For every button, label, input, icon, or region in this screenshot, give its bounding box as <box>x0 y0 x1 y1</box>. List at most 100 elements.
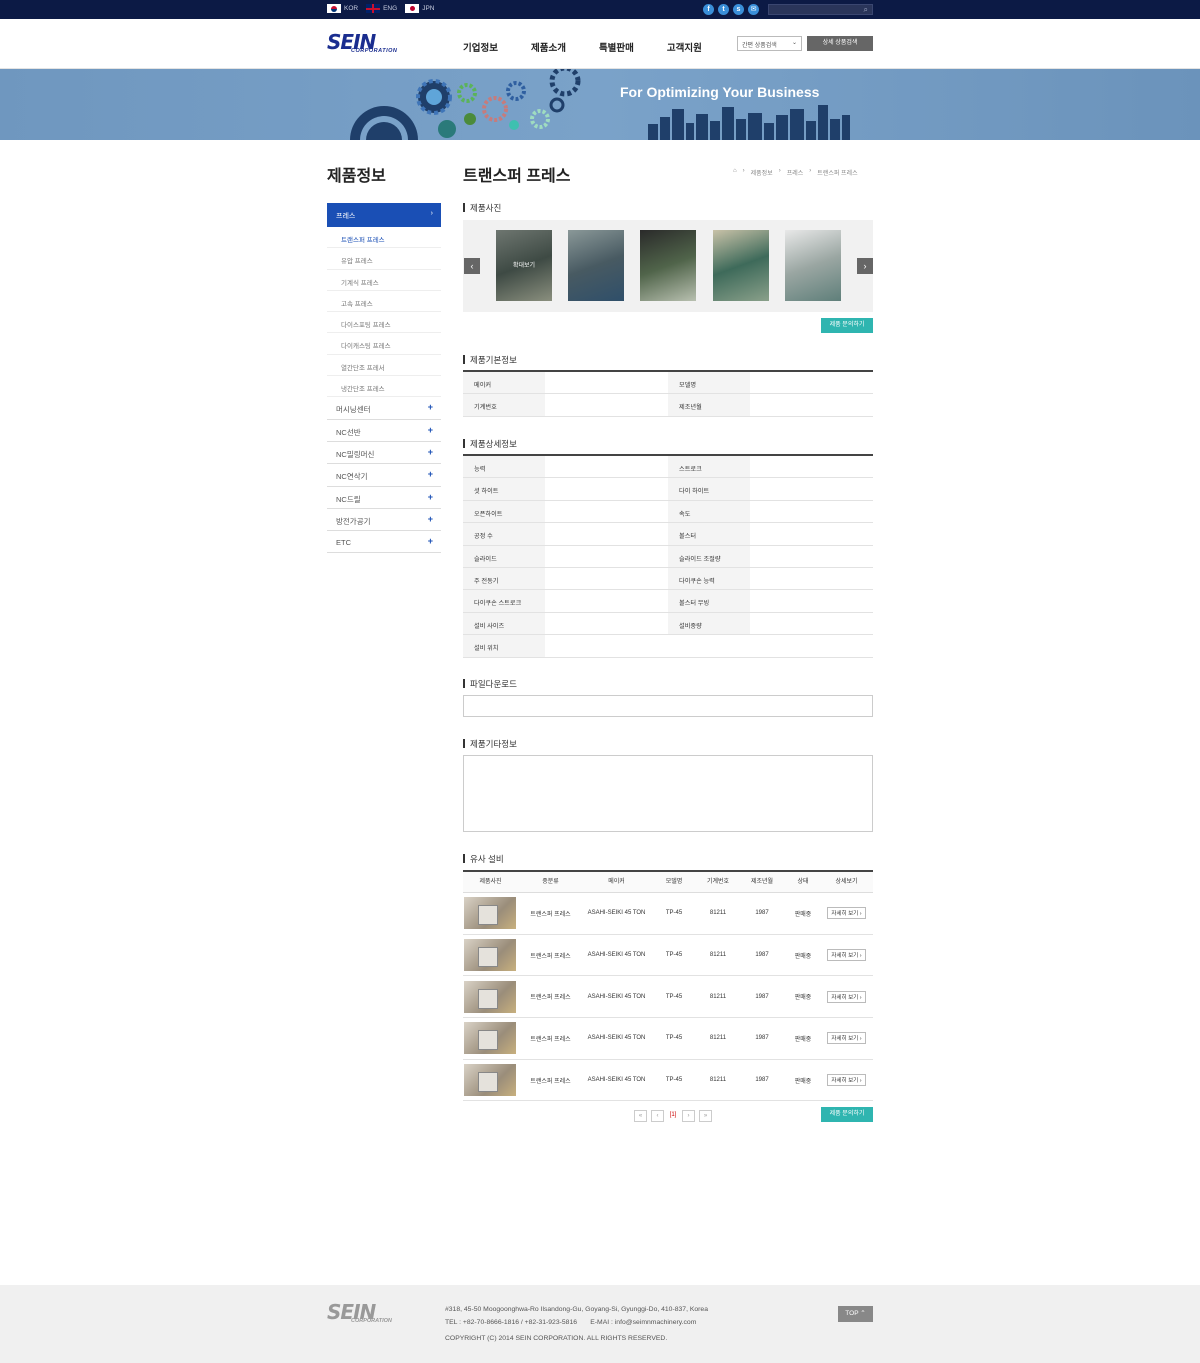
sidebar-item-label: 프레스 <box>336 213 356 220</box>
spec-value <box>545 501 668 522</box>
quick-search-select[interactable]: 간편 상품검색 ⌄ <box>737 36 802 51</box>
nav-products[interactable]: 제품소개 <box>531 40 566 54</box>
equipment-thumbnail[interactable] <box>464 1022 516 1055</box>
gallery-next-button[interactable]: › <box>857 258 873 274</box>
row-status: 판매중 <box>794 1036 812 1043</box>
view-detail-button[interactable]: 자세히 보기 › <box>827 1032 866 1045</box>
view-detail-button[interactable]: 자세히 보기 › <box>827 1074 866 1087</box>
view-detail-button[interactable]: 자세히 보기 › <box>827 990 866 1003</box>
sidebar-sub-mechanical-press[interactable]: 기계식 프레스 <box>327 270 441 291</box>
mail-icon[interactable]: ✉ <box>748 4 759 15</box>
sidebar-sub-diespotting-press[interactable]: 다이스포팅 프레스 <box>327 312 441 334</box>
last-page-button[interactable]: » <box>699 1110 712 1122</box>
logo[interactable]: SEIN CORPORATION <box>327 32 412 56</box>
value-model <box>750 372 873 393</box>
banner-slogan: For Optimizing Your Business <box>620 84 820 100</box>
lang-jpn[interactable]: JPN <box>405 4 434 13</box>
product-thumbnail[interactable] <box>568 230 624 301</box>
product-thumbnail[interactable]: 확대보기 <box>496 230 552 301</box>
hero-banner: For Optimizing Your Business <box>0 69 1200 140</box>
row-photo[interactable] <box>463 897 518 930</box>
sidebar-sub-hotforging-press[interactable]: 열간단조 프레서 <box>327 355 441 377</box>
chevron-down-icon: ⌄ <box>791 40 797 46</box>
search-icon[interactable]: ⌕ <box>864 5 868 15</box>
first-page-button[interactable]: « <box>634 1110 647 1122</box>
gallery-prev-button[interactable]: ‹ <box>464 258 480 274</box>
home-icon[interactable]: ⌂ <box>733 168 737 177</box>
skype-icon[interactable]: s <box>733 4 744 15</box>
sidebar-item-edm[interactable]: 방전가공기 + <box>327 509 441 532</box>
value-machine-number <box>545 394 668 415</box>
nav-company[interactable]: 기업정보 <box>463 40 498 54</box>
sidebar-item-press[interactable]: 프레스 › <box>327 203 441 227</box>
plus-icon: + <box>427 536 433 547</box>
equipment-thumbnail[interactable] <box>464 897 516 930</box>
sidebar-sub-highspeed-press[interactable]: 고속 프레스 <box>327 291 441 313</box>
prev-page-button[interactable]: ‹ <box>651 1110 664 1122</box>
row-photo[interactable] <box>463 939 518 972</box>
row-model: TP-45 <box>665 952 683 959</box>
next-page-button[interactable]: › <box>682 1110 695 1122</box>
view-detail-button[interactable]: 자세히 보기 › <box>827 949 866 962</box>
product-inquiry-button-bottom[interactable]: 제품 문의하기 <box>821 1107 873 1122</box>
plus-icon: + <box>427 402 433 413</box>
nav-support[interactable]: 고객지원 <box>667 40 702 54</box>
language-switcher: KOR ENG JPN <box>327 4 434 13</box>
table-row: 트랜스퍼 프레스 ASAHI-SEIKI 45 TON TP-45 81211 … <box>463 935 873 977</box>
row-number: 81211 <box>709 1035 727 1042</box>
row-model: TP-45 <box>665 910 683 917</box>
sidebar-item-nc-drill[interactable]: NC드릴 + <box>327 487 441 509</box>
spec-label: 다이 하이트 <box>668 478 750 500</box>
spec-label: 속도 <box>668 500 750 523</box>
sidebar-item-label: NC드릴 <box>336 494 361 504</box>
spec-label: 볼스터 <box>668 523 750 545</box>
equipment-thumbnail[interactable] <box>464 980 516 1013</box>
current-page[interactable]: [1] <box>668 1110 678 1122</box>
similar-equipment-table: 제품사진 중분류 메이커 모델명 기계번호 제조년월 상태 상세보기 트랜스퍼 … <box>463 870 873 1102</box>
table-row: 공정 수 볼스터 <box>463 523 873 546</box>
spec-value <box>750 501 873 522</box>
equipment-thumbnail[interactable] <box>464 939 516 972</box>
spec-value <box>750 523 873 544</box>
breadcrumb-item[interactable]: 프레스 <box>787 168 804 177</box>
sidebar-item-etc[interactable]: ETC + <box>327 531 441 554</box>
row-photo[interactable] <box>463 1022 518 1055</box>
row-status: 판매중 <box>794 995 812 1002</box>
footer-logo: SEIN CORPORATION <box>327 1302 392 1324</box>
sidebar-sub-diecasting-press[interactable]: 다이캐스팅 프레스 <box>327 333 441 355</box>
lang-kor[interactable]: KOR <box>327 4 358 13</box>
sidebar-item-nc-milling[interactable]: NC밀링머신 + <box>327 442 441 465</box>
row-detail: 자세히 보기 › <box>820 990 873 1003</box>
table-row: 트랜스퍼 프레스 ASAHI-SEIKI 45 TON TP-45 81211 … <box>463 976 873 1019</box>
lang-eng[interactable]: ENG <box>366 4 397 13</box>
row-year: 1987 <box>755 1077 769 1084</box>
breadcrumb-item[interactable]: 트랜스퍼 프레스 <box>817 168 857 177</box>
sidebar-item-nc-lathe[interactable]: NC선반 + <box>327 420 441 442</box>
sidebar-item-nc-grinder[interactable]: NC연삭기 + <box>327 464 441 487</box>
row-number: 81211 <box>709 910 727 917</box>
row-year: 1987 <box>755 910 769 917</box>
breadcrumb-item[interactable]: 제품정보 <box>751 168 773 177</box>
row-photo[interactable] <box>463 980 518 1013</box>
row-detail: 자세히 보기 › <box>820 907 873 920</box>
sidebar-sub-coldforging-press[interactable]: 냉간단조 프레스 <box>327 376 441 398</box>
scroll-top-button[interactable]: TOP ⌃ <box>838 1306 873 1322</box>
product-thumbnail[interactable] <box>785 230 841 301</box>
facebook-icon[interactable]: f <box>703 4 714 15</box>
detail-search-button[interactable]: 상세 상품검색 <box>807 36 873 51</box>
top-search-input[interactable]: ⌕ <box>768 4 873 15</box>
row-category: 트랜스퍼 프레스 <box>530 1036 571 1043</box>
nav-special-sale[interactable]: 특별판매 <box>599 40 634 54</box>
section-title-basic-info: 제품기본정보 <box>463 354 517 366</box>
product-inquiry-button[interactable]: 제품 문의하기 <box>821 318 873 333</box>
row-photo[interactable] <box>463 1064 518 1097</box>
spec-value <box>545 546 668 567</box>
sidebar-item-machining-center[interactable]: 머시닝센터 + <box>327 397 441 420</box>
sidebar-sub-transfer-press[interactable]: 트랜스퍼 프레스 <box>327 227 441 249</box>
product-thumbnail[interactable] <box>640 230 696 301</box>
equipment-thumbnail[interactable] <box>464 1064 516 1097</box>
product-thumbnail[interactable] <box>713 230 769 301</box>
sidebar-sub-hydraulic-press[interactable]: 유압 프레스 <box>327 248 441 270</box>
view-detail-button[interactable]: 자세히 보기 › <box>827 907 866 920</box>
twitter-icon[interactable]: t <box>718 4 729 15</box>
